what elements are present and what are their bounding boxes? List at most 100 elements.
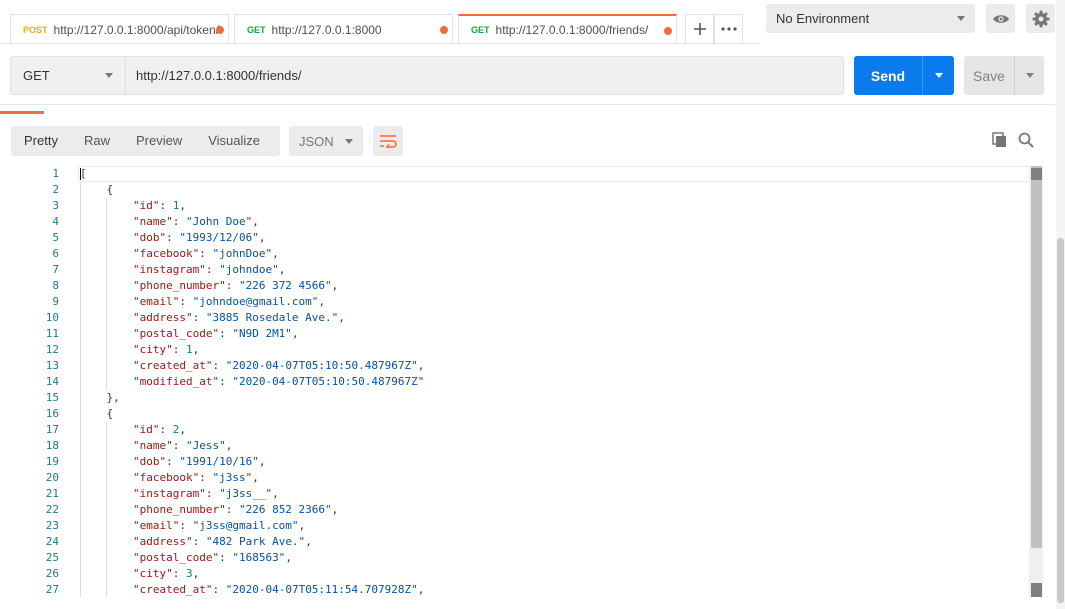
line-number: 15 [45, 391, 59, 404]
code-text: "created_at": "2020-04-07T05:11:54.70792… [80, 582, 424, 597]
code-line: 18 "name": "Jess", [10, 438, 1030, 454]
json-value: "226 852 2366" [238, 503, 332, 516]
line-number: 20 [45, 471, 59, 484]
response-view-tabs: Pretty Raw Preview Visualize [11, 126, 280, 156]
code-text: "facebook": "j3ss", [80, 470, 259, 486]
json-value: "Jess" [185, 439, 226, 452]
settings-button[interactable] [1026, 4, 1055, 33]
json-value: "1991/10/16" [179, 455, 259, 468]
view-tab-pretty[interactable]: Pretty [11, 126, 71, 156]
json-key: "phone_number" [132, 503, 226, 516]
code-punctuation: , [192, 567, 200, 580]
code-line: 20 "facebook": "j3ss", [10, 470, 1030, 486]
code-text: "address": "3885 Rosedale Ave.", [80, 310, 345, 326]
word-wrap-button[interactable] [373, 126, 403, 156]
code-punctuation: , [252, 471, 259, 484]
copy-icon [992, 132, 1006, 147]
code-line: 23 "email": "j3ss@gmail.com", [10, 518, 1030, 534]
code-line: 1[ [10, 166, 1030, 182]
code-line: 17 "id": 2, [10, 422, 1030, 438]
code-line: 14 "modified_at": "2020-04-07T05:10:50.4… [10, 374, 1030, 390]
gear-icon [1032, 10, 1049, 27]
send-options-button[interactable] [923, 73, 954, 78]
json-key: "instagram" [132, 487, 206, 500]
json-value: "2020-04-07T05:10:50.487967Z" [232, 375, 425, 388]
json-key: "created_at" [132, 359, 213, 372]
code-text: "dob": "1993/12/06", [80, 230, 265, 246]
code-punctuation: , [318, 295, 326, 308]
method-select[interactable]: GET [10, 56, 125, 95]
code-punctuation: , [192, 343, 200, 356]
json-value: "j3ss" [212, 471, 253, 484]
code-text: [ [80, 166, 87, 182]
send-button-label: Send [870, 67, 906, 84]
code-text: }, [80, 390, 120, 406]
line-number: 1 [52, 167, 59, 180]
code-punctuation: { [106, 407, 114, 420]
code-line: 19 "dob": "1991/10/16", [10, 454, 1030, 470]
json-key: "address" [132, 535, 193, 548]
json-value: "226 372 4566" [238, 279, 332, 292]
view-tab-preview[interactable]: Preview [123, 126, 195, 156]
code-text: "city": 3, [80, 566, 199, 582]
code-punctuation: }, [106, 391, 120, 404]
response-format-select[interactable]: JSON [289, 126, 363, 156]
line-number: 18 [45, 439, 59, 452]
send-button[interactable]: Send [854, 56, 954, 95]
json-value: 3 [185, 567, 193, 580]
line-number: 16 [45, 407, 59, 420]
copy-button[interactable] [991, 131, 1009, 149]
json-key: "id" [132, 423, 160, 436]
json-value: "3885 Rosedale Ave." [205, 311, 339, 324]
view-tab-visualize[interactable]: Visualize [195, 126, 273, 156]
response-body-editor[interactable]: 1[2 {3 "id": 1, 4 "name": "John Doe", 5 "d… [10, 166, 1043, 597]
tab-method: GET [471, 25, 490, 35]
code-line: 12 "city": 1, [10, 342, 1030, 358]
url-input[interactable] [125, 56, 844, 95]
line-number: 3 [52, 199, 59, 212]
view-tab-raw[interactable]: Raw [71, 126, 123, 156]
code-text: "phone_number": "226 852 2366", [80, 502, 338, 518]
json-key: "postal_code" [132, 327, 220, 340]
new-tab-button[interactable] [685, 14, 714, 44]
code-punctuation: , [285, 551, 292, 564]
json-value: "johnDoe" [212, 247, 273, 260]
more-tabs-button[interactable] [714, 14, 743, 44]
page-scroll-thumb[interactable] [1057, 238, 1064, 603]
json-value: "1993/12/06" [179, 231, 259, 244]
code-text: "name": "John Doe", [80, 214, 259, 230]
search-button[interactable] [1017, 131, 1035, 149]
chevron-down-icon [957, 16, 965, 21]
line-number: 13 [45, 359, 59, 372]
eye-icon [992, 14, 1009, 23]
tab-get-root[interactable]: GET http://127.0.0.1:8000 [234, 14, 453, 44]
code-line: 3 "id": 1, [10, 198, 1030, 214]
more-horizontal-icon [720, 27, 737, 31]
environment-select[interactable]: No Environment [766, 4, 975, 33]
environment-quick-look-button[interactable] [986, 4, 1015, 33]
json-value: "168563" [232, 551, 286, 564]
line-number: 19 [45, 455, 59, 468]
save-button[interactable]: Save [964, 56, 1044, 95]
code-line: 4 "name": "John Doe", [10, 214, 1030, 230]
code-punctuation: , [225, 439, 233, 452]
code-text: "phone_number": "226 372 4566", [80, 278, 338, 294]
save-options-button[interactable] [1015, 73, 1044, 78]
tab-row-divider [0, 43, 760, 44]
unsaved-dot-icon [440, 26, 448, 34]
tab-get-friends[interactable]: GET http://127.0.0.1:8000/friends/ [458, 14, 677, 44]
editor-scroll-thumb[interactable] [1031, 166, 1042, 548]
tab-url: http://127.0.0.1:8000/friends/ [495, 23, 649, 37]
code-text: "name": "Jess", [80, 438, 232, 454]
tab-post-token[interactable]: POST http://127.0.0.1:8000/api/token/ [10, 14, 229, 44]
tab-url: http://127.0.0.1:8000 [271, 22, 382, 37]
